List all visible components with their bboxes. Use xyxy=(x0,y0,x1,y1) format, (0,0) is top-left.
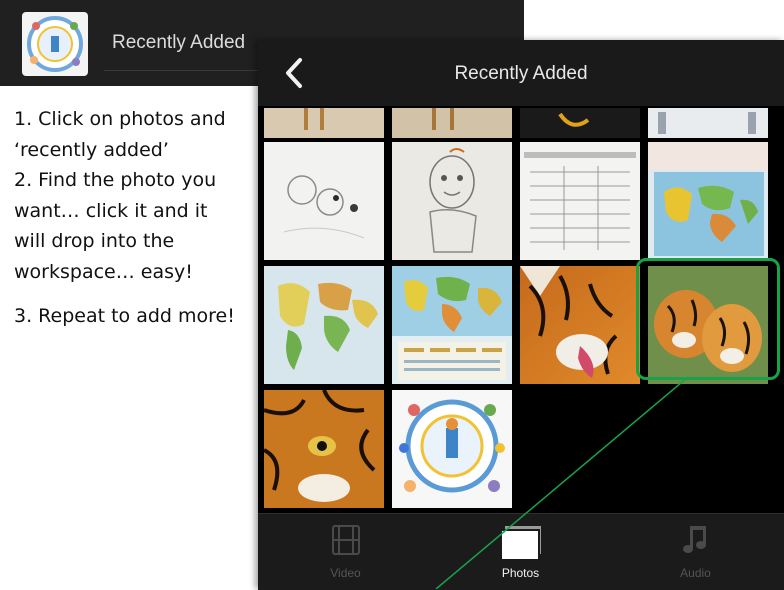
photo-thumbnail[interactable] xyxy=(392,390,512,508)
photo-thumbnail[interactable] xyxy=(262,389,384,508)
photo-thumbnail[interactable] xyxy=(648,108,768,138)
photo-thumbnail[interactable] xyxy=(648,142,768,260)
music-note-icon xyxy=(682,526,706,553)
school-logo-thumbnail[interactable] xyxy=(22,12,88,76)
background-title: Recently Added xyxy=(112,32,246,53)
photo-thumbnail[interactable] xyxy=(520,108,640,138)
picker-title: Recently Added xyxy=(454,63,588,84)
photo-thumbnail[interactable] xyxy=(264,266,384,384)
instruction-step-3: 3. Repeat to add more! xyxy=(14,305,235,327)
photo-thumbnail[interactable] xyxy=(392,266,512,384)
instructions: 1. Click on photos and ‘recently added’ … xyxy=(14,104,244,332)
photo-thumbnail[interactable] xyxy=(264,142,384,260)
instruction-step-2: 2. Find the photo you want… click it and… xyxy=(14,169,217,283)
tab-audio[interactable]: Audio xyxy=(608,514,783,590)
selection-highlight xyxy=(636,258,780,380)
photo-thumbnail[interactable] xyxy=(520,266,640,384)
tab-photos-label: Photos xyxy=(501,566,540,580)
instruction-step-1: 1. Click on photos and ‘recently added’ xyxy=(14,108,226,161)
photo-thumbnail[interactable] xyxy=(392,108,512,138)
photos-icon xyxy=(499,526,541,561)
photo-thumbnail[interactable] xyxy=(392,142,512,260)
tab-photos[interactable]: Photos xyxy=(433,514,608,590)
photo-thumbnail[interactable] xyxy=(520,142,640,260)
tab-video-label: Video xyxy=(330,566,361,580)
picker-tab-bar: Video Photos Audio xyxy=(258,513,784,590)
tab-video[interactable]: Video xyxy=(258,514,433,590)
tab-audio-label: Audio xyxy=(680,566,711,580)
film-icon xyxy=(331,525,360,555)
photo-thumbnail[interactable] xyxy=(264,108,384,138)
picker-top-bar: Recently Added xyxy=(258,40,784,106)
